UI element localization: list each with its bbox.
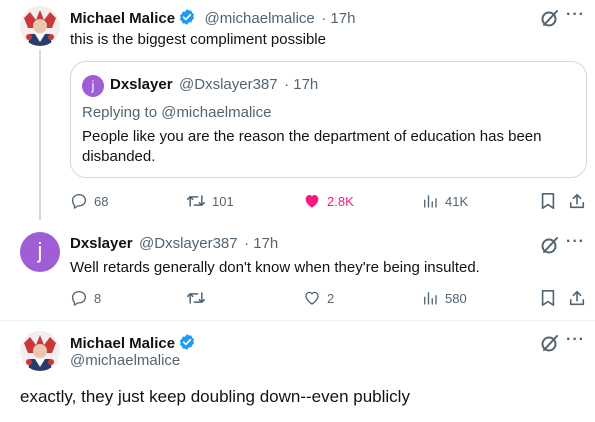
author-handle[interactable]: @michaelmalice xyxy=(205,10,315,27)
tweet1-header: Michael Malice @michaelmalice · 17h xyxy=(70,8,355,28)
quote-avatar: j xyxy=(82,75,104,97)
views-count: 580 xyxy=(445,290,467,306)
like-count: 2.8K xyxy=(327,193,354,209)
tweet3-text: exactly, they just keep doubling down--e… xyxy=(20,387,410,406)
avatar-michael-malice[interactable] xyxy=(20,6,60,46)
quote-header: Dxslayer @Dxslayer387 · 17h xyxy=(110,76,318,94)
tweet2-header: Dxslayer @Dxslayer387 · 17h xyxy=(70,235,278,253)
share-icon[interactable] xyxy=(568,289,586,312)
author-name[interactable]: Michael Malice xyxy=(70,335,175,352)
reply-count: 68 xyxy=(94,193,109,209)
verified-icon xyxy=(178,333,196,351)
like-count: 2 xyxy=(327,290,335,306)
bookmark-icon[interactable] xyxy=(540,289,556,312)
like-button[interactable]: 2.8K xyxy=(303,192,354,210)
thread-connector-line xyxy=(39,50,41,220)
avatar-letter: j xyxy=(37,238,43,263)
retweet-icon xyxy=(186,292,206,304)
author-handle[interactable]: @Dxslayer387 xyxy=(139,235,238,252)
retweet-count: 101 xyxy=(212,193,234,209)
tweet-time[interactable]: · 17h xyxy=(321,10,355,27)
verified-icon xyxy=(178,8,196,26)
reply-button[interactable]: 8 xyxy=(70,289,101,307)
views-count: 41K xyxy=(445,193,469,209)
grok-icon[interactable] xyxy=(540,235,560,260)
reply-count: 8 xyxy=(94,290,102,306)
quote-author-handle: @Dxslayer387 xyxy=(179,76,278,93)
quote-replying-to: Replying to @michaelmalice xyxy=(82,104,272,121)
quote-avatar-letter: j xyxy=(91,78,95,93)
quote-time: · 17h xyxy=(284,76,319,93)
tweet1-text: this is the biggest compliment possible xyxy=(70,31,326,48)
quoted-tweet[interactable]: j Dxslayer @Dxslayer387 · 17h Replying t… xyxy=(70,61,587,178)
retweet-icon xyxy=(186,195,206,207)
views-icon xyxy=(424,195,437,208)
author-handle[interactable]: @michaelmalice xyxy=(70,352,180,369)
retweet-button[interactable] xyxy=(186,289,212,307)
share-icon[interactable] xyxy=(568,192,586,215)
tweet2-text: Well retards generally don't know when t… xyxy=(70,259,480,276)
reply-icon xyxy=(71,193,87,209)
views-icon xyxy=(424,292,437,305)
grok-icon[interactable] xyxy=(540,8,560,33)
bookmark-icon[interactable] xyxy=(540,192,556,215)
author-name[interactable]: Dxslayer xyxy=(70,235,133,252)
retweet-button[interactable]: 101 xyxy=(186,192,234,210)
grok-icon[interactable] xyxy=(540,333,560,358)
tweet3-header: Michael Malice xyxy=(70,333,196,353)
divider xyxy=(0,320,595,321)
reply-button[interactable]: 68 xyxy=(70,192,108,210)
avatar-image xyxy=(20,6,60,46)
more-icon[interactable]: ··· xyxy=(566,233,585,251)
like-icon xyxy=(305,195,319,208)
more-icon[interactable]: ··· xyxy=(566,6,585,24)
avatar-dxslayer[interactable]: j xyxy=(20,232,60,272)
more-icon[interactable]: ··· xyxy=(566,331,585,349)
like-button[interactable]: 2 xyxy=(303,289,334,307)
author-name[interactable]: Michael Malice xyxy=(70,10,175,27)
quote-text: People like you are the reason the depar… xyxy=(82,128,542,165)
avatar-michael-malice[interactable] xyxy=(20,331,60,371)
tweet-time[interactable]: · 17h xyxy=(244,235,278,252)
reply-icon xyxy=(71,290,87,306)
quote-author-name: Dxslayer xyxy=(110,76,173,93)
views-button[interactable]: 41K xyxy=(421,192,468,210)
like-icon xyxy=(305,291,319,305)
avatar-image xyxy=(20,331,60,371)
views-button[interactable]: 580 xyxy=(421,289,467,307)
